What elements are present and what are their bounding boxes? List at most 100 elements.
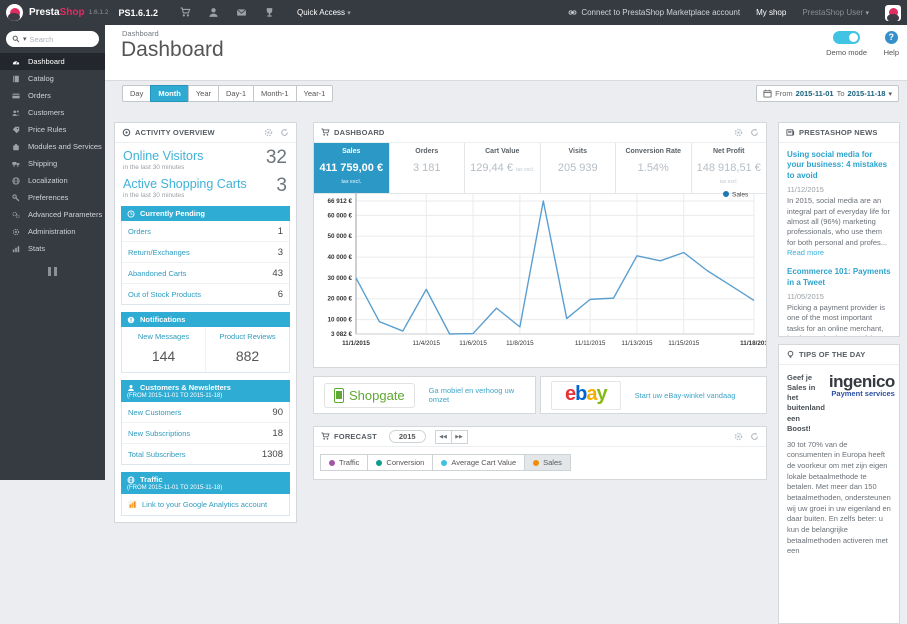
gear-icon[interactable] [734,128,743,137]
list-item: Return/Exchanges 3 [122,242,289,263]
user-avatar[interactable] [885,4,901,21]
shopgate-link[interactable]: Ga mobiel en verhoog uw omzet [429,386,525,404]
ebay-letter: a [586,382,597,405]
sidebar-item-price-rules[interactable]: Price Rules [0,121,105,138]
total-subscribers-link[interactable]: Total Subscribers [128,450,186,459]
sidebar-item-stats[interactable]: Stats [0,240,105,257]
range-button-month-1[interactable]: Month-1 [253,85,297,102]
legend-button-conversion[interactable]: Conversion [367,454,434,471]
sidebar-item-advanced-parameters[interactable]: Advanced Parameters [0,206,105,223]
sidebar-item-orders[interactable]: Orders [0,87,105,104]
sidebar-item-shipping[interactable]: Shipping [0,155,105,172]
sidebar-item-label: Advanced Parameters [28,210,103,219]
row-value: 90 [272,406,283,418]
orders-link[interactable]: Orders [128,227,151,236]
prestashop-logo[interactable] [6,4,23,21]
returns-link[interactable]: Return/Exchanges [128,248,190,257]
range-button-month[interactable]: Month [150,85,189,102]
product-reviews-cell[interactable]: Product Reviews 882 [205,327,289,372]
trophy-icon[interactable] [264,7,275,18]
next-year-button[interactable]: ▶▶ [450,429,468,444]
from-label: From [775,89,793,98]
link-icon [568,10,577,15]
new-subscriptions-link[interactable]: New Subscriptions [128,429,190,438]
sidebar-item-preferences[interactable]: Preferences [0,189,105,206]
sidebar-item-customers[interactable]: Customers [0,104,105,121]
quick-access-menu[interactable]: Quick Access ▾ [297,8,351,17]
google-analytics-link[interactable]: Link to your Google Analytics account [142,500,267,509]
kpi-value: 205 939 [557,162,598,174]
breadcrumb: Dashboard [122,29,159,38]
gear-icon[interactable] [734,432,743,441]
sidebar-item-localization[interactable]: Localization [0,172,105,189]
my-shop-link[interactable]: My shop [756,8,786,17]
gear-icon[interactable] [264,128,273,137]
page-title: Dashboard [121,38,224,61]
legend-button-sales[interactable]: Sales [524,454,571,471]
average-cart-value-dot-icon [441,459,448,466]
forecast-panel: FORECAST 2015 ◀◀ ▶▶ Traffic Conversion A… [313,426,767,480]
new-customers-link[interactable]: New Customers [128,408,181,417]
demo-mode-toggle[interactable] [833,31,861,44]
to-date: 2015-11-18 [847,89,886,98]
sidebar-item-label: Catalog [28,74,54,83]
legend-button-traffic[interactable]: Traffic [320,454,369,471]
svg-text:3 082 €: 3 082 € [331,331,353,338]
section-subtitle: (FROM 2015-11-01 TO 2015-11-18) [127,393,223,399]
google-analytics-row: Link to your Google Analytics account [121,494,290,516]
cell-value: 144 [151,348,176,364]
news-article: Ecommerce 101: Payments in a Tweet 11/05… [779,260,899,336]
forecast-year[interactable]: 2015 [388,430,426,443]
read-more-link[interactable]: Read more [787,248,824,257]
sidebar-item-modules[interactable]: Modules and Services [0,138,105,155]
legend-button-average-cart-value[interactable]: Average Cart Value [432,454,526,471]
range-button-day[interactable]: Day [122,85,152,102]
prev-year-button[interactable]: ◀◀ [434,429,452,444]
cart-icon[interactable] [180,7,191,18]
article-title-link[interactable]: Using social media for your business: 4 … [787,150,891,181]
range-button-year[interactable]: Year [187,85,219,102]
row-value: 3 [277,246,283,258]
range-button-year-1[interactable]: Year-1 [295,85,334,102]
article-title-link[interactable]: Ecommerce 101: Payments in a Tweet [787,267,891,288]
refresh-icon[interactable] [280,128,289,137]
svg-text:66 912 €: 66 912 € [327,198,352,205]
panel-title: FORECAST [334,432,377,441]
range-button-group: Day Month Year Day-1 Month-1 Year-1 [122,85,334,102]
shopgate-logo[interactable]: Shopgate [324,382,415,408]
sales-dot-icon [533,459,540,466]
envelope-icon[interactable] [236,7,247,18]
user-icon[interactable] [208,7,219,18]
marketplace-link[interactable]: Connect to PrestaShop Marketplace accoun… [568,8,740,17]
refresh-icon[interactable] [750,432,759,441]
date-range-picker[interactable]: From 2015-11-01 To 2015-11-18 ▾ [756,85,899,102]
page-header: Dashboard Dashboard Demo mode ? Help [105,25,907,81]
help-icon[interactable]: ? [884,31,898,44]
kpi-label: Orders [415,148,439,155]
ingenico-logo[interactable]: ingenico Payment services [829,373,895,434]
refresh-icon[interactable] [750,128,759,137]
ebay-logo[interactable]: ebay [551,380,621,410]
search-input[interactable] [29,34,82,44]
sidebar-item-dashboard[interactable]: Dashboard [0,53,105,70]
sidebar-item-administration[interactable]: Administration [0,223,105,240]
out-of-stock-link[interactable]: Out of Stock Products [128,290,201,299]
sidebar-item-label: Administration [28,227,76,236]
abandoned-carts-link[interactable]: Abandoned Carts [128,269,186,278]
active-carts-link[interactable]: Active Shopping Carts [123,177,288,191]
online-visitors-link[interactable]: Online Visitors [123,149,288,163]
ingenico-subtitle: Payment services [831,389,895,398]
user-menu[interactable]: PrestaShop User ▾ [802,8,869,17]
forecast-legend: Traffic Conversion Average Cart Value Sa… [320,454,766,471]
sidebar-search[interactable]: ▾ [6,31,99,47]
range-button-day-1[interactable]: Day-1 [218,85,255,102]
ebay-link[interactable]: Start uw eBay-winkel vandaag [635,391,736,400]
panel-title: PRESTASHOP NEWS [799,128,878,137]
metric-subtitle: in the last 30 minutes [123,192,185,199]
new-messages-cell[interactable]: New Messages 144 [122,327,205,372]
sales-line-chart[interactable]: 66 912 € 60 000 € 50 000 € 40 000 € 30 000 €… [314,185,766,367]
kpi-label: Conversion Rate [625,148,682,155]
sidebar-item-catalog[interactable]: Catalog [0,70,105,87]
sidebar-collapse-button[interactable] [47,267,59,276]
brand-text: PrestaShop [29,7,85,18]
